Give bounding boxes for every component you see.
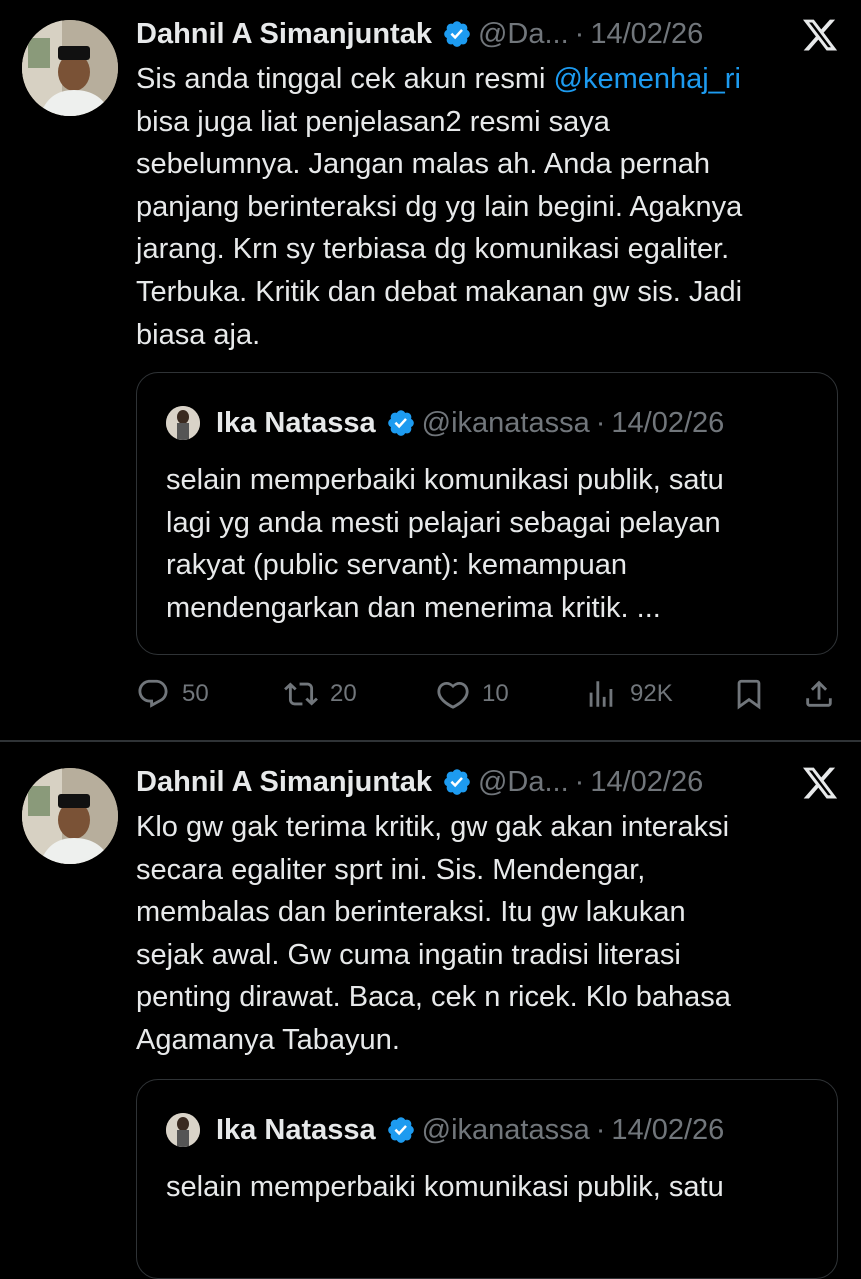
- quoted-tweet-text: selain memperbaiki komunikasi publik, sa…: [166, 1171, 724, 1203]
- tweet-actions: 50 20 10 92K: [136, 672, 841, 716]
- tweet[interactable]: Dahnil A Simanjuntak @Da... · 14/02/26 K…: [0, 742, 861, 1279]
- quoted-author-name: Ika Natassa: [216, 406, 376, 439]
- quoted-tweet-date: 14/02/26: [611, 1113, 725, 1146]
- separator-dot: ·: [595, 1113, 606, 1146]
- verified-badge-icon: [444, 769, 470, 795]
- tweet-text-part: bisa juga liat penjelasan2 resmi saya se…: [136, 105, 743, 351]
- verified-badge-icon: [444, 21, 470, 47]
- tweet-text: Klo gw gak terima kritik, gw gak akan in…: [136, 811, 731, 1056]
- author-avatar[interactable]: [22, 768, 118, 864]
- separator-dot: ·: [595, 406, 606, 439]
- tweet-date[interactable]: 14/02/26: [590, 18, 703, 51]
- views-icon: [589, 681, 613, 707]
- tweet[interactable]: Dahnil A Simanjuntak @Da... · 14/02/26 S…: [0, 0, 861, 740]
- x-logo-icon: [802, 767, 838, 799]
- share-button[interactable]: [802, 672, 848, 716]
- quoted-tweet-header: Ika Natassa @ikanatassa · 14/02/26: [166, 405, 724, 441]
- share-icon: [806, 680, 832, 707]
- like-button[interactable]: 10: [436, 672, 509, 716]
- x-logo-icon: [802, 19, 838, 51]
- quoted-author-avatar: [166, 1113, 200, 1147]
- quoted-tweet-text: selain memperbaiki komunikasi publik, sa…: [166, 464, 724, 624]
- views-button[interactable]: 92K: [584, 672, 673, 716]
- quoted-author-handle: @ikanatassa: [421, 1113, 590, 1146]
- quoted-tweet-date: 14/02/26: [611, 406, 725, 439]
- verified-badge-icon: [387, 1117, 414, 1143]
- author-handle[interactable]: @Da...: [478, 18, 569, 51]
- quoted-tweet[interactable]: Ika Natassa @ikanatassa · 14/02/26 selai…: [136, 1079, 838, 1279]
- repost-icon: [284, 682, 318, 706]
- quoted-tweet[interactable]: Ika Natassa @ikanatassa · 14/02/26 selai…: [136, 372, 838, 655]
- bookmark-icon: [737, 679, 761, 710]
- tweet-text: Sis anda tinggal cek akun resmi @kemenha…: [136, 58, 841, 356]
- repost-count: 20: [330, 680, 357, 707]
- quoted-author-avatar: [166, 406, 200, 440]
- author-name[interactable]: Dahnil A Simanjuntak: [136, 766, 432, 799]
- tweet-header: Dahnil A Simanjuntak @Da... · 14/02/26: [136, 16, 703, 52]
- author-avatar[interactable]: [22, 20, 118, 116]
- like-count: 10: [482, 680, 509, 707]
- reply-button[interactable]: 50: [136, 672, 209, 716]
- tweet-text-part: Sis anda tinggal cek akun resmi: [136, 63, 554, 95]
- reply-icon: [138, 679, 168, 708]
- quoted-author-handle: @ikanatassa: [421, 406, 590, 439]
- quoted-tweet-header: Ika Natassa @ikanatassa · 14/02/26: [166, 1112, 724, 1148]
- separator-dot: ·: [574, 765, 585, 798]
- author-name[interactable]: Dahnil A Simanjuntak: [136, 18, 432, 51]
- reply-count: 50: [182, 680, 209, 707]
- views-count: 92K: [630, 680, 673, 707]
- bookmark-button[interactable]: [732, 672, 778, 716]
- mention-link[interactable]: @kemenhaj_ri: [554, 63, 741, 95]
- quoted-author-name: Ika Natassa: [216, 1113, 376, 1146]
- verified-badge-icon: [387, 410, 414, 436]
- like-icon: [437, 681, 469, 709]
- tweet-date[interactable]: 14/02/26: [590, 766, 703, 799]
- separator-dot: ·: [574, 17, 585, 50]
- tweet-header: Dahnil A Simanjuntak @Da... · 14/02/26: [136, 764, 703, 800]
- author-handle[interactable]: @Da...: [478, 766, 569, 799]
- repost-button[interactable]: 20: [284, 672, 357, 716]
